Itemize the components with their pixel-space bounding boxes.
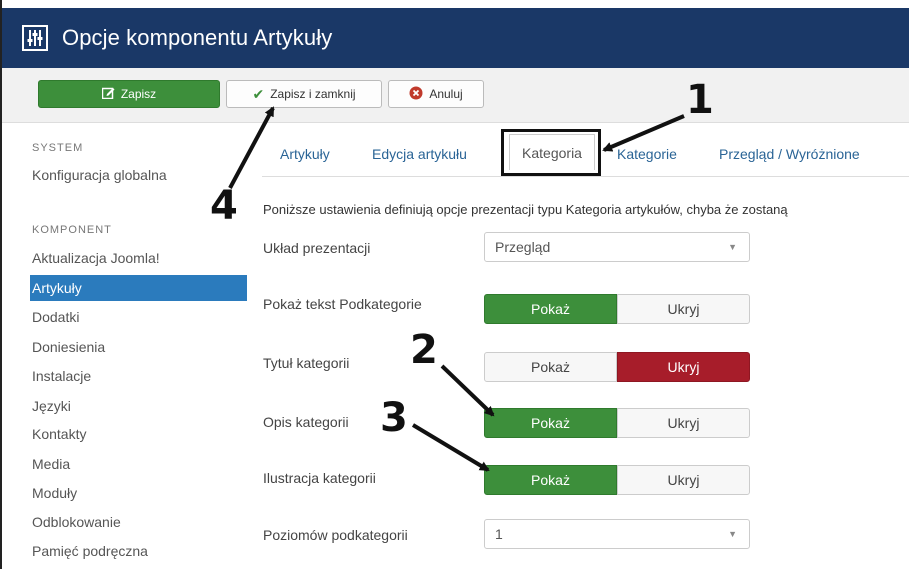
tab-blog-featured[interactable]: Przegląd / Wyróżnione	[719, 146, 860, 162]
category-image-toggle: Pokaż Ukryj	[484, 465, 750, 495]
layout-select[interactable]: Przegląd ▼	[484, 232, 750, 262]
page-title: Opcje komponentu Artykuły	[62, 25, 333, 50]
annotation-number-3: 3	[380, 395, 408, 441]
category-title-label: Tytuł kategorii	[263, 355, 350, 371]
cancel-button-label: Anuluj	[429, 87, 463, 101]
tab-description: Poniższe ustawienia definiują opcje prez…	[263, 202, 788, 217]
check-icon: ✔	[252, 85, 265, 102]
layout-label: Układ prezentacji	[263, 240, 371, 256]
category-title-show[interactable]: Pokaż	[484, 352, 617, 382]
arrow-3	[411, 423, 490, 472]
category-title-toggle: Pokaż Ukryj	[484, 352, 750, 382]
subcat-levels-label: Poziomów podkategorii	[263, 527, 408, 543]
dropdown-caret-icon: ▼	[728, 529, 737, 539]
sidebar-item-joomla-update[interactable]: Aktualizacja Joomla!	[30, 245, 247, 271]
sidebar-item-cache[interactable]: Pamięć podręczna	[30, 538, 247, 564]
show-subcat-text-label: Pokaż tekst Podkategorie	[263, 296, 422, 312]
sidebar-item-media[interactable]: Media	[30, 451, 247, 477]
sidebar-item-contacts[interactable]: Kontakty	[30, 421, 247, 447]
category-desc-label: Opis kategorii	[263, 414, 349, 430]
tabs-divider	[262, 176, 909, 177]
cancel-button[interactable]: Anuluj	[388, 80, 484, 108]
category-desc-show[interactable]: Pokaż	[484, 408, 617, 438]
sidebar-heading-system: SYSTEM	[32, 142, 84, 154]
subcat-levels-select[interactable]: 1 ▼	[484, 519, 750, 549]
category-image-hide[interactable]: Ukryj	[617, 465, 750, 495]
title-bar: Opcje komponentu Artykuły	[2, 8, 909, 68]
category-title-hide[interactable]: Ukryj	[617, 352, 750, 382]
dropdown-caret-icon: ▼	[728, 242, 737, 252]
options-sliders-icon	[22, 25, 48, 51]
annotation-number-1: 1	[686, 77, 714, 123]
subcat-levels-value: 1	[495, 526, 503, 542]
cancel-circle-icon	[409, 86, 423, 103]
save-close-button-label: Zapisz i zamknij	[270, 87, 356, 101]
toolbar: Zapisz ✔ Zapisz i zamknij Anuluj	[2, 68, 909, 123]
sidebar-item-articles[interactable]: Artykuły	[30, 275, 247, 301]
sidebar-item-unlock[interactable]: Odblokowanie	[30, 509, 247, 535]
sidebar-item-newsfeeds[interactable]: Doniesienia	[30, 334, 247, 360]
tab-categories[interactable]: Kategorie	[617, 146, 677, 162]
show-subcat-text-show[interactable]: Pokaż	[484, 294, 617, 324]
save-button-label: Zapisz	[120, 87, 157, 101]
sidebar-item-extensions[interactable]: Dodatki	[30, 304, 247, 330]
tab-category[interactable]: Kategoria	[509, 134, 595, 170]
sidebar-heading-component: KOMPONENT	[32, 224, 112, 236]
layout-select-value: Przegląd	[495, 239, 551, 255]
sidebar-item-modules[interactable]: Moduły	[30, 480, 247, 506]
category-desc-hide[interactable]: Ukryj	[617, 408, 750, 438]
category-image-label: Ilustracja kategorii	[263, 470, 376, 486]
sidebar-item-installations[interactable]: Instalacje	[30, 363, 247, 389]
category-image-show[interactable]: Pokaż	[484, 465, 617, 495]
save-close-button[interactable]: ✔ Zapisz i zamknij	[226, 80, 382, 108]
annotation-number-2: 2	[410, 327, 438, 373]
tab-articles[interactable]: Artykuły	[280, 146, 330, 162]
show-subcat-text-toggle: Pokaż Ukryj	[484, 294, 750, 324]
category-desc-toggle: Pokaż Ukryj	[484, 408, 750, 438]
annotation-number-4: 4	[210, 183, 238, 229]
sidebar-item-languages[interactable]: Języki	[30, 393, 247, 419]
save-button[interactable]: Zapisz	[38, 80, 220, 108]
show-subcat-text-hide[interactable]: Ukryj	[617, 294, 750, 324]
edit-icon	[101, 86, 115, 102]
tab-editing[interactable]: Edycja artykułu	[372, 146, 467, 162]
